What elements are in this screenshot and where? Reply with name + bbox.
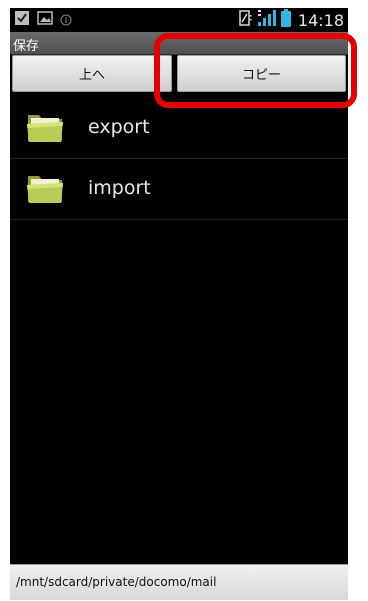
file-name: export (88, 116, 150, 138)
battery-icon (280, 9, 291, 31)
checkbox-icon (14, 10, 30, 30)
button-bar: 上へ コピー (10, 55, 348, 95)
copy-button[interactable]: コピー (177, 55, 346, 92)
info-icon (60, 11, 72, 30)
current-path: /mnt/sdcard/private/docomo/mail (16, 575, 217, 589)
vibrate-icon (237, 10, 253, 30)
image-icon (37, 10, 53, 30)
file-list: export import (10, 98, 348, 220)
folder-icon (26, 171, 64, 205)
title-bar: 保存 (10, 32, 348, 55)
status-time: 14:18 (297, 10, 344, 30)
path-bar: /mnt/sdcard/private/docomo/mail (10, 564, 348, 600)
phone-screen: 14:18 保存 上へ コピー export import /mnt/sdcar… (10, 8, 348, 600)
page-title: 保存 (13, 39, 40, 54)
file-name: import (88, 177, 151, 199)
list-item[interactable]: export (10, 98, 348, 159)
signal-icon (257, 9, 277, 31)
up-button[interactable]: 上へ (12, 55, 172, 92)
list-item[interactable]: import (10, 159, 348, 220)
status-bar: 14:18 (10, 8, 348, 32)
folder-icon (26, 110, 64, 144)
